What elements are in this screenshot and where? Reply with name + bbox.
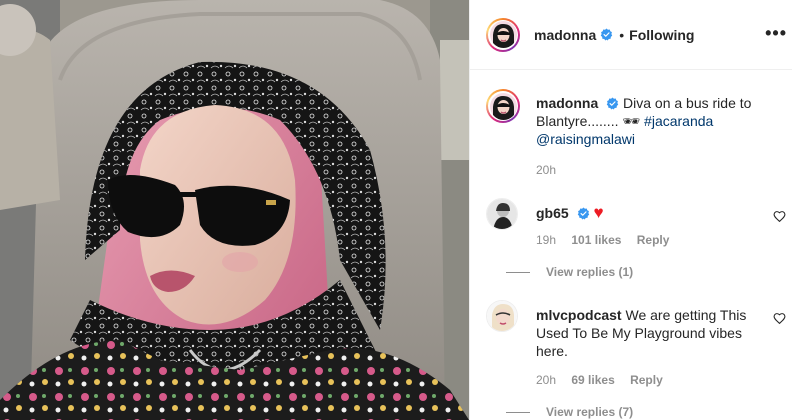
commenter-username[interactable]: mlvcpodcast xyxy=(536,307,622,323)
caption-time[interactable]: 20h xyxy=(536,163,556,177)
hashtag-link[interactable]: #jacaranda xyxy=(644,113,713,129)
comment-time[interactable]: 19h xyxy=(536,233,556,247)
like-heart-icon[interactable] xyxy=(773,210,786,223)
author-username[interactable]: madonna xyxy=(534,27,596,43)
post-photo[interactable] xyxy=(0,0,469,420)
replies-divider xyxy=(506,411,530,413)
heart-emoji-icon: ♥ xyxy=(593,203,604,222)
sunglasses-emoji-icon: 🕶 xyxy=(622,113,641,129)
caption-meta: 20h xyxy=(536,163,568,177)
commenter-avatar-image xyxy=(487,301,517,331)
commenter-avatar[interactable] xyxy=(486,198,518,230)
like-heart-icon[interactable] xyxy=(773,312,786,325)
view-replies-button[interactable]: View replies (7) xyxy=(490,405,633,419)
reply-button[interactable]: Reply xyxy=(637,233,670,247)
comment-text: gb65 ♥ xyxy=(536,204,776,222)
comment-time[interactable]: 20h xyxy=(536,373,556,387)
view-replies-label: View replies (7) xyxy=(546,405,634,419)
view-replies-button[interactable]: View replies (1) xyxy=(490,265,633,279)
commenter-username[interactable]: gb65 xyxy=(536,205,569,221)
post-view: madonna • Following ••• madonna Diva on … xyxy=(0,0,792,420)
post-header: madonna • Following ••• xyxy=(470,0,792,70)
comment-item: gb65 ♥ 19h 101 likes Reply View replies … xyxy=(486,198,786,290)
commenter-avatar-image xyxy=(487,199,517,229)
post-sidebar: madonna • Following ••• madonna Diva on … xyxy=(469,0,792,420)
author-avatar-image xyxy=(489,21,517,48)
mention-link[interactable]: @raisingmalawi xyxy=(536,131,635,147)
commenter-avatar[interactable] xyxy=(486,300,518,332)
view-replies-label: View replies (1) xyxy=(546,265,634,279)
comment-item: mlvcpodcast We are getting This Used To … xyxy=(486,300,786,420)
comment-meta: 19h 101 likes Reply xyxy=(536,233,681,247)
verified-badge-icon xyxy=(600,28,613,41)
caption-avatar-image xyxy=(489,92,517,120)
post-photo-illustration xyxy=(0,0,469,420)
author-avatar[interactable] xyxy=(486,17,520,52)
comment-likes[interactable]: 101 likes xyxy=(571,233,621,247)
comment-text: mlvcpodcast We are getting This Used To … xyxy=(536,306,776,360)
comment-meta: 20h 69 likes Reply xyxy=(536,373,675,387)
verified-badge-icon xyxy=(606,97,619,110)
comment-likes[interactable]: 69 likes xyxy=(571,373,614,387)
reply-button[interactable]: Reply xyxy=(630,373,663,387)
verified-badge-icon xyxy=(577,207,589,220)
replies-divider xyxy=(506,271,530,273)
header-separator: • xyxy=(619,26,625,43)
following-button[interactable]: Following xyxy=(629,27,694,43)
caption-username[interactable]: madonna xyxy=(536,95,598,111)
caption-avatar[interactable] xyxy=(486,89,520,123)
caption-text: madonna Diva on a bus ride to Blantyre..… xyxy=(536,94,776,148)
caption-entry: madonna Diva on a bus ride to Blantyre..… xyxy=(486,89,786,179)
more-options-icon[interactable]: ••• xyxy=(765,24,787,42)
